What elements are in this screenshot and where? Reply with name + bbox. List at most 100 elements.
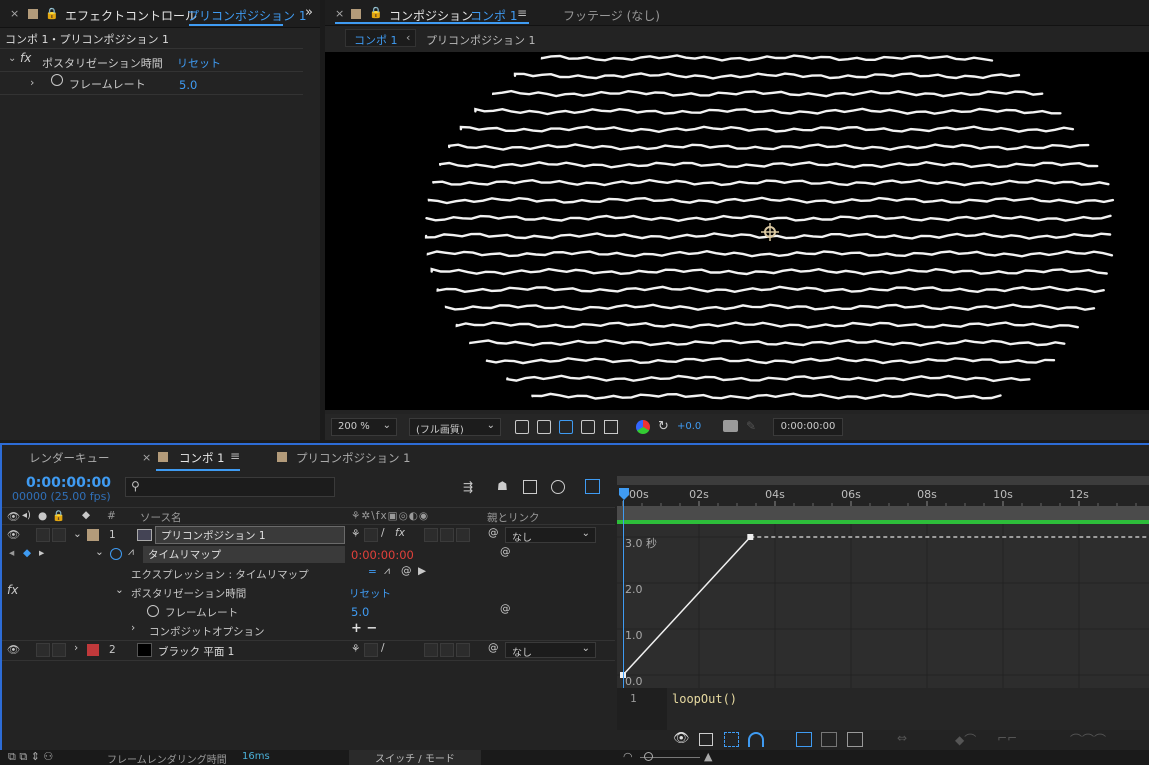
chevron-down-icon[interactable]: ⌄ <box>95 546 104 558</box>
layer-row-1[interactable]: 👁 ⌄ 1 プリコンポジション 1 ⚘ / fx @ なし ⌄ <box>0 526 615 545</box>
graph-icon[interactable]: ⩘ <box>128 546 134 559</box>
quality-switch-icon[interactable]: / <box>381 527 385 539</box>
layer-search-input[interactable]: ⚲ <box>125 477 335 497</box>
footage-tab[interactable]: フッテージ (なし) <box>563 7 660 24</box>
separate-dimensions-icon[interactable]: ⇔ <box>897 731 907 745</box>
adjustment-switch[interactable] <box>456 643 470 657</box>
quality-switch-icon[interactable]: / <box>381 642 385 654</box>
frame-blending-icon[interactable] <box>523 480 537 494</box>
time-ruler[interactable]: 00s02s04s06s08s10s12s1 <box>617 476 1149 506</box>
work-area-bar[interactable] <box>617 506 1149 520</box>
keyframe-diamond-icon[interactable]: ◆ <box>23 547 31 559</box>
expression-pickwhip-icon[interactable]: @ <box>401 565 412 577</box>
region-of-interest-icon[interactable] <box>581 420 595 434</box>
close-tab-icon[interactable]: × <box>335 7 344 20</box>
zoom-out-icon[interactable]: ◠ <box>623 750 633 763</box>
parent-link-header[interactable]: 親とリンク <box>487 510 540 525</box>
audio-icon[interactable]: ◂) <box>22 510 31 521</box>
expression-code[interactable]: loopOut() <box>672 692 737 706</box>
pick-whip-icon[interactable]: @ <box>488 527 499 539</box>
solo-switch[interactable] <box>36 528 50 542</box>
show-properties-icon[interactable]: 👁 <box>673 731 690 746</box>
chevron-right-icon[interactable]: › <box>30 76 34 89</box>
layer-name[interactable]: プリコンポジション 1 <box>155 526 345 544</box>
graph-editor-icon[interactable] <box>585 479 600 494</box>
flowchart-precomp-crumb[interactable]: プリコンポジション 1 <box>426 32 536 48</box>
composition-viewer[interactable] <box>325 52 1149 410</box>
expression-language-menu-icon[interactable]: ▶ <box>418 565 426 577</box>
time-remap-row[interactable]: ◂ ◆ ▸ ⌄ ⩘ タイムリマップ 0:00:00:00 @ <box>0 545 615 564</box>
snapshot-camera-icon[interactable] <box>723 420 738 432</box>
solo-icon[interactable]: ● <box>38 510 47 522</box>
stopwatch-icon[interactable] <box>110 548 122 560</box>
pick-whip-icon[interactable]: @ <box>500 546 511 558</box>
exposure-value[interactable]: +0.0 <box>677 421 701 432</box>
parent-select[interactable]: なし ⌄ <box>505 527 596 544</box>
source-name-header[interactable]: ソース名 <box>140 510 181 525</box>
switches-header-icons[interactable]: ⚘✲\fx▣◎◐◉ <box>351 510 429 522</box>
layer-label-color[interactable] <box>87 529 99 541</box>
reset-exposure-icon[interactable]: ↻ <box>658 419 669 434</box>
layer-name[interactable]: ブラック 平面 1 <box>158 644 234 659</box>
time-remap-value[interactable]: 0:00:00:00 <box>351 548 414 562</box>
expression-editor[interactable]: 1 loopOut() <box>617 688 1149 730</box>
precomp-timeline-tab[interactable]: プリコンポジション 1 <box>296 450 410 466</box>
hold-keyframe-icon[interactable]: ⌐⌐ <box>997 731 1017 745</box>
reset-link[interactable]: リセット <box>349 586 391 601</box>
shy-layers-icon[interactable]: ☗ <box>497 479 508 493</box>
snap-icon[interactable] <box>748 732 764 747</box>
panel-overflow-icon[interactable]: » <box>305 5 313 20</box>
layer-label-color[interactable] <box>87 644 99 656</box>
motion-blur-switch[interactable] <box>440 528 454 542</box>
magnification-select[interactable]: 200 % ⌄ <box>331 418 397 436</box>
motion-blur-icon[interactable] <box>551 480 565 494</box>
transform-box-icon[interactable] <box>724 732 739 747</box>
chevron-down-icon[interactable]: ⌄ <box>8 53 16 64</box>
visibility-eye-icon[interactable]: 👁 <box>7 643 20 656</box>
grid-guides-icon[interactable] <box>604 420 618 434</box>
transparency-grid-icon[interactable] <box>537 420 551 434</box>
lock-icon[interactable]: 🔒 <box>369 6 383 19</box>
show-snapshot-icon[interactable]: ✎ <box>746 419 756 433</box>
frame-rate-row[interactable]: フレームレート 5.0 @ <box>0 602 615 621</box>
prev-keyframe-icon[interactable]: ◂ <box>9 547 14 559</box>
composite-options-row[interactable]: › コンポジットオプション + − <box>0 621 615 640</box>
mask-path-icon[interactable] <box>559 420 573 434</box>
solo-switch[interactable] <box>36 643 50 657</box>
add-remove-effect-icons[interactable]: + − <box>351 621 377 636</box>
zoom-in-icon[interactable]: ▲ <box>704 750 712 763</box>
switches-modes-toggle[interactable]: スイッチ / モード <box>349 750 481 765</box>
current-time[interactable]: 0:00:00:00 <box>26 475 111 491</box>
lock-switch[interactable] <box>52 643 66 657</box>
chevron-right-icon[interactable]: › <box>74 642 78 654</box>
time-remap-label[interactable]: タイムリマップ <box>143 546 345 563</box>
easy-ease-icon[interactable]: ⌒⌒⌒ <box>1070 731 1106 748</box>
frame-blend-switch[interactable] <box>424 528 438 542</box>
pick-whip-icon[interactable]: @ <box>488 642 499 654</box>
flowchart-comp-crumb[interactable]: コンポ 1 ‹ <box>345 29 416 47</box>
collapse-switch[interactable] <box>364 528 378 542</box>
chevron-right-icon[interactable]: › <box>131 622 135 634</box>
visibility-eye-icon[interactable]: 👁 <box>7 528 20 541</box>
resolution-select[interactable]: (フル画質) ⌄ <box>409 418 501 436</box>
collapse-switch[interactable] <box>364 643 378 657</box>
zoom-slider-handle[interactable] <box>644 752 653 761</box>
chevron-down-icon[interactable]: ⌄ <box>115 584 124 596</box>
chevron-down-icon[interactable]: ⌄ <box>73 528 82 540</box>
graph-editor[interactable]: 3.0 秒 2.0 1.0 0.0 <box>617 520 1149 688</box>
frame-blend-switch[interactable] <box>424 643 438 657</box>
lock-switch[interactable] <box>52 528 66 542</box>
frame-rate-value[interactable]: 5.0 <box>351 605 369 619</box>
reset-link[interactable]: リセット <box>177 55 221 71</box>
playhead[interactable] <box>617 487 631 501</box>
lock-icon[interactable]: 🔒 <box>45 7 59 20</box>
stopwatch-icon[interactable] <box>51 74 63 86</box>
effect-controls-tab-label[interactable]: エフェクトコントロール <box>65 7 197 24</box>
auto-zoom-height-icon[interactable] <box>796 732 812 747</box>
toggle-panes-icons[interactable]: ⧉ ⧉ ⇕ ⚇ <box>8 750 53 764</box>
close-tab-icon[interactable]: × <box>142 451 151 464</box>
lock-icon[interactable]: 🔒 <box>52 509 65 522</box>
motion-blur-switch[interactable] <box>440 643 454 657</box>
close-tab-icon[interactable]: × <box>10 7 19 20</box>
label-icon[interactable]: ◆ <box>82 509 90 521</box>
